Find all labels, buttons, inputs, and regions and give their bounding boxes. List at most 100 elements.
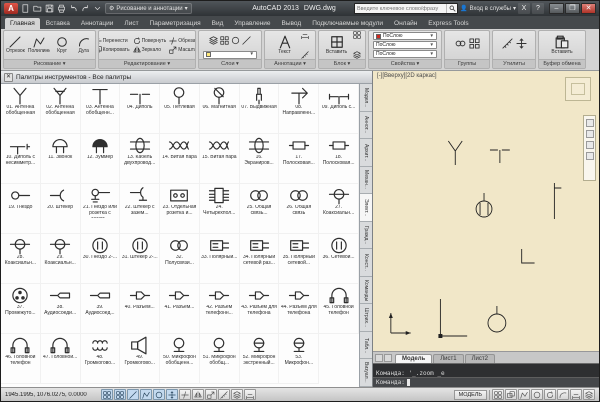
palette-item-28[interactable]: 28. Коаксиальн... [1, 234, 41, 284]
group-icon[interactable] [455, 36, 466, 54]
palette-item-16[interactable]: 16. Экраниров... [240, 134, 280, 184]
line-icon[interactable] [242, 32, 251, 50]
command-input-line[interactable]: Команда: [373, 377, 599, 387]
toggle-ducs[interactable] [205, 389, 217, 400]
ribbon-tab-управление[interactable]: Управление [229, 18, 275, 29]
palette-item-35[interactable]: 35. Полярный сетевой... [279, 234, 319, 284]
palette-item-21[interactable]: 21. Гнездо или розетка с зазем... [81, 184, 121, 234]
close-button[interactable]: ✕ [581, 3, 596, 14]
palette-item-01[interactable]: 01. Антенна обобщенная [1, 84, 41, 134]
toggle-ortho[interactable] [140, 389, 152, 400]
grid3-icon[interactable] [469, 36, 480, 54]
palette-item-31[interactable]: 31. Штекер 2-... [120, 234, 160, 284]
palette-item-07[interactable]: 07. Выдвижная [240, 84, 280, 134]
palette-item-20[interactable]: 20. Штекер [41, 184, 81, 234]
palette-item-34[interactable]: 34. Полярный сетевой раз... [240, 234, 280, 284]
button-текст[interactable]: Текст [272, 35, 298, 55]
palette-item-52[interactable]: 52. Микрофон экстренный... [240, 334, 280, 384]
palette-item-48[interactable]: 48. Громкогово... [81, 334, 121, 384]
toggle-grid[interactable] [127, 389, 139, 400]
steering-wheel-icon[interactable] [586, 152, 594, 160]
search-icon[interactable] [446, 3, 457, 14]
palette-item-40[interactable]: 40. Разъем... [120, 284, 160, 334]
pan-icon[interactable] [518, 389, 530, 400]
redo-icon[interactable] [80, 3, 91, 14]
orbit-icon[interactable] [586, 141, 594, 149]
showmotion-icon[interactable] [557, 389, 569, 400]
zoom-icon[interactable] [531, 389, 543, 400]
tool-обрезать[interactable]: Обрезать [169, 37, 195, 45]
restore-button[interactable]: ❐ [565, 3, 580, 14]
palette-item-39[interactable]: 39. Аудиосоед... [81, 284, 121, 334]
panel-title-редактирование[interactable]: Редактирование ▾ [99, 59, 195, 68]
layout-tab-модель[interactable]: Модель [395, 354, 432, 363]
palette-item-18[interactable]: 18. Полосковая... [319, 134, 359, 184]
palette-item-37[interactable]: 37. Промежуто... [1, 284, 41, 334]
toggle-osnap3d[interactable] [179, 389, 191, 400]
button-вставить[interactable]: Вставить [324, 35, 350, 55]
save-icon[interactable] [44, 3, 55, 14]
ribbon-tab-аннотации[interactable]: Аннотации [76, 18, 119, 29]
search-input[interactable] [355, 6, 446, 12]
navigation-bar[interactable] [583, 115, 596, 181]
toggle-tpy[interactable] [244, 389, 256, 400]
layers-icon[interactable] [209, 32, 218, 50]
palette-item-14[interactable]: 14. Витая пара [160, 134, 200, 184]
palette-tab-команды[interactable]: Команды [360, 277, 372, 305]
toggle-polar[interactable] [153, 389, 165, 400]
properties-combo-1[interactable]: ПоСлою▼ [373, 41, 437, 49]
app-menu-button[interactable]: A [4, 3, 18, 14]
steering-wheel-icon[interactable] [544, 389, 556, 400]
circle-icon[interactable] [231, 32, 240, 50]
palette-item-09[interactable]: 09. Диполь с... [319, 84, 359, 134]
palette-item-29[interactable]: 29. Коаксиальн... [41, 234, 81, 284]
palette-tab-архит[interactable]: Архит... [360, 139, 372, 167]
palette-item-23[interactable]: 23. Отдельная розетка и... [160, 184, 200, 234]
palette-item-30[interactable]: 30. Гнездо 2-... [81, 234, 121, 284]
palette-item-45[interactable]: 45. Головной телефон [319, 284, 359, 334]
panel-title-рисование[interactable]: Рисование ▾ [4, 59, 95, 68]
palette-item-12[interactable]: 12. Зуммер [81, 134, 121, 184]
ribbon-tab-вставка[interactable]: Вставка [41, 18, 75, 29]
help-button[interactable]: ? [532, 3, 544, 14]
ribbon-tab-вывод[interactable]: Вывод [277, 18, 307, 29]
palette-item-33[interactable]: 33. Полярный... [200, 234, 240, 284]
tool-повернуть[interactable]: Повернуть [133, 37, 167, 45]
palette-item-10[interactable]: 10. Диполь с несимметр... [1, 134, 41, 184]
move-icon[interactable] [516, 36, 527, 54]
undo-icon[interactable] [68, 3, 79, 14]
layers-icon[interactable] [353, 46, 361, 59]
close-icon[interactable]: ✕ [4, 73, 13, 82]
ribbon-tab-подключаемые-модули[interactable]: Подключаемые модули [307, 18, 388, 29]
ribbon-tab-онлайн[interactable]: Онлайн [389, 18, 422, 29]
layout-tab-лист1[interactable]: Лист1 [433, 354, 463, 363]
new-icon[interactable] [20, 3, 31, 14]
plot-icon[interactable] [56, 3, 67, 14]
open-icon[interactable] [32, 3, 43, 14]
palette-item-53[interactable]: 53. Микрофон... [279, 334, 319, 384]
caret-icon[interactable] [92, 3, 103, 14]
palette-item-32[interactable]: 32. Полусвязи... [160, 234, 200, 284]
workspace-switcher[interactable]: ⚙ Рисование и аннотации ▾ [105, 3, 192, 14]
dim-icon[interactable] [301, 31, 309, 44]
toggle-snap[interactable] [114, 389, 126, 400]
grid3-icon[interactable] [353, 31, 361, 44]
palette-tab-визуал[interactable]: Визуал... [360, 359, 372, 387]
panel-title-слои[interactable]: Слои ▾ [199, 59, 261, 68]
palette-item-11[interactable]: 11. Звонок [41, 134, 81, 184]
model-space-button[interactable]: МОДЕЛЬ [454, 390, 487, 400]
panel-title-группы[interactable]: Группы [445, 59, 489, 68]
palette-item-51[interactable]: 51. Микрофон обобщ... [200, 334, 240, 384]
palette-item-41[interactable]: 41. Разъем... [160, 284, 200, 334]
palette-tab-табл[interactable]: Табл... [360, 332, 372, 360]
palette-item-26[interactable]: 26. Общая связь [279, 184, 319, 234]
measure-icon[interactable] [301, 46, 309, 59]
pan-icon[interactable] [586, 119, 594, 127]
command-window[interactable]: Команда: '_.zoom _e Команда: [373, 363, 599, 387]
palette-item-25[interactable]: 25. Общая связь... [240, 184, 280, 234]
toggle-otrack[interactable] [192, 389, 204, 400]
quick-view-layouts-icon[interactable] [505, 389, 517, 400]
quick-view-drawings-icon[interactable] [492, 389, 504, 400]
properties-combo-2[interactable]: ПоСлою▼ [373, 50, 437, 58]
palette-item-36[interactable]: 36. Сетевой... [319, 234, 359, 284]
